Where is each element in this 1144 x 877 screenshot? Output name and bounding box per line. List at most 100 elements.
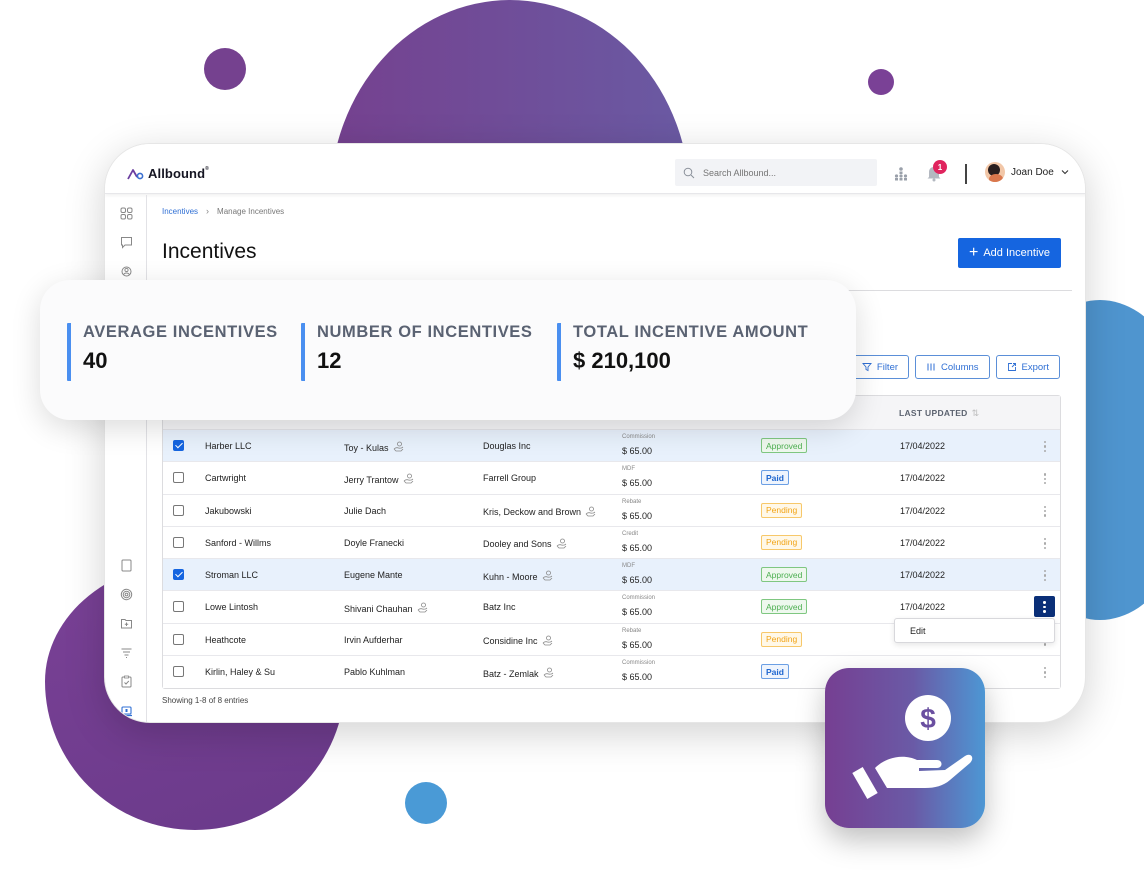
cell-partner: Sanford - Willms: [205, 537, 272, 548]
stat-value: 40: [83, 348, 108, 373]
sidebar: [105, 195, 147, 722]
filter-label: Filter: [876, 361, 899, 373]
cell-account: Douglas Inc: [483, 441, 531, 451]
row-actions-kebab-icon[interactable]: [1035, 665, 1055, 680]
stats-card: AVERAGE INCENTIVES 40 NUMBER OF INCENTIV…: [40, 280, 856, 420]
stat-label: TOTAL INCENTIVE AMOUNT: [573, 323, 809, 341]
sidebar-item-document[interactable]: [120, 559, 133, 572]
cell-amount: $ 65.00: [622, 575, 653, 586]
row-actions-kebab-icon[interactable]: [1035, 471, 1055, 486]
stat-total-incentive-amount: TOTAL INCENTIVE AMOUNT $ 210,100: [557, 323, 808, 381]
status-badge: Approved: [761, 438, 808, 453]
status-badge: Paid: [761, 664, 789, 680]
clipboard-check-icon: [121, 675, 132, 688]
cell-amount: $ 65.00: [622, 510, 653, 521]
notification-badge: 1: [933, 160, 947, 174]
row-checkbox[interactable]: [173, 569, 184, 581]
menu-item-edit[interactable]: Edit: [910, 626, 926, 636]
columns-label: Columns: [941, 361, 979, 373]
table-row[interactable]: Cartwright Jerry Trantow Farrell Group MDF $…: [163, 462, 1060, 495]
incentive-hand-icon: [556, 538, 567, 551]
row-actions-kebab-icon[interactable]: [1035, 536, 1055, 551]
row-actions-kebab-icon[interactable]: [1034, 596, 1055, 618]
app-window: Allbound® 1 Joan Doe: [104, 143, 1086, 723]
plus-icon: +: [969, 244, 979, 261]
row-actions-kebab-icon[interactable]: [1035, 439, 1055, 454]
table-row[interactable]: Stroman LLC Eugene Mante Kuhn - Moore MDF $ …: [163, 559, 1060, 592]
sidebar-item-training[interactable]: [120, 705, 133, 718]
cell-contact: Julie Dach: [344, 505, 387, 516]
cell-amount: $ 65.00: [622, 672, 653, 683]
row-checkbox[interactable]: [173, 504, 184, 516]
row-checkbox[interactable]: [173, 472, 184, 484]
sidebar-item-goals[interactable]: [120, 588, 133, 601]
column-header-last-updated[interactable]: LAST UPDATED ⇅: [899, 408, 979, 419]
sidebar-item-tasks[interactable]: [120, 675, 133, 688]
document-icon: [121, 559, 132, 572]
add-incentive-button[interactable]: + Add Incentive: [958, 238, 1061, 268]
cell-amount: $ 65.00: [622, 478, 653, 489]
row-actions-menu: Edit: [894, 618, 1055, 644]
export-button[interactable]: Export: [995, 355, 1060, 379]
cell-account: Farrell Group: [483, 473, 537, 484]
table-row[interactable]: Lowe Lintosh Shivani Chauhan Batz Inc Commi…: [163, 591, 1060, 644]
row-actions-kebab-icon[interactable]: [1035, 504, 1055, 519]
cell-last-updated: 17/04/2022: [900, 570, 946, 581]
status-badge: Pending: [761, 502, 803, 518]
cell-contact: Irvin Aufderhar: [344, 634, 403, 645]
cell-account: Batz Inc: [483, 602, 516, 613]
export-icon: [1007, 363, 1016, 371]
cell-amount: $ 65.00: [622, 607, 653, 618]
org-chart-icon[interactable]: [893, 166, 909, 182]
incentive-hand-icon: [542, 570, 553, 583]
cell-amount: $ 65.00: [622, 639, 653, 650]
stat-average-incentives: AVERAGE INCENTIVES 40: [67, 323, 278, 381]
cell-last-updated: 17/04/2022: [900, 473, 946, 484]
stat-value: $ 210,100: [573, 348, 671, 373]
table-row[interactable]: Sanford - Willms Doyle Franecki Dooley and…: [163, 526, 1060, 560]
chat-bubble-icon: [121, 237, 132, 249]
table-row[interactable]: Jakubowski Julie Dach Kris, Deckow and Bro…: [163, 494, 1060, 527]
row-checkbox[interactable]: [173, 536, 184, 548]
columns-button[interactable]: Columns: [915, 355, 990, 379]
search-icon: [683, 167, 695, 178]
table-body: Harber LLC Toy - Kulas Douglas Inc Commissi…: [163, 430, 1060, 689]
add-incentive-label: Add Incentive: [983, 247, 1050, 259]
status-badge: Approved: [761, 599, 808, 615]
breadcrumb: Incentives › Manage Incentives: [162, 206, 284, 216]
incentive-hand-icon: [417, 602, 428, 615]
sidebar-item-folders[interactable]: [120, 617, 133, 630]
table-footer-entries: Showing 1-8 of 8 entries: [162, 696, 249, 705]
cell-incentive-type: MDF: [622, 466, 635, 473]
user-menu[interactable]: Joan Doe: [985, 162, 1070, 182]
sidebar-item-partners[interactable]: [120, 265, 133, 278]
sidebar-item-messages[interactable]: [120, 236, 133, 249]
cell-account: Batz - Zemlak: [483, 667, 554, 680]
row-checkbox[interactable]: [173, 633, 184, 645]
search-input[interactable]: [703, 167, 863, 178]
row-actions-kebab-icon[interactable]: [1035, 568, 1055, 583]
logo[interactable]: Allbound®: [127, 166, 209, 181]
sort-icon[interactable]: ⇅: [972, 408, 980, 418]
cell-incentive-type: Commission: [622, 595, 656, 602]
stat-value: 12: [317, 348, 342, 373]
incentive-hand-icon: [542, 635, 553, 648]
decorative-dot: [868, 69, 894, 95]
row-checkbox[interactable]: [173, 601, 184, 613]
sidebar-item-funnel[interactable]: [120, 646, 133, 659]
sidebar-item-dashboard[interactable]: [120, 207, 133, 220]
funnel-icon: [121, 648, 132, 658]
table-row[interactable]: Harber LLC Toy - Kulas Douglas Inc Commissi…: [163, 430, 1060, 463]
search-bar[interactable]: [675, 159, 877, 186]
cell-partner: Kirlin, Haley & Su: [205, 667, 276, 678]
cell-partner: Harber LLC: [205, 441, 252, 451]
cell-incentive-type: Commission: [622, 434, 656, 440]
partners-icon: [121, 266, 132, 277]
filter-button[interactable]: Filter: [850, 355, 910, 379]
row-checkbox[interactable]: [173, 440, 184, 451]
allbound-logo-icon: [127, 168, 144, 179]
breadcrumb-link-incentives[interactable]: Incentives: [162, 207, 198, 216]
row-checkbox[interactable]: [173, 666, 184, 678]
cell-partner: Stroman LLC: [205, 570, 259, 581]
incentive-hand-icon: [403, 473, 414, 486]
